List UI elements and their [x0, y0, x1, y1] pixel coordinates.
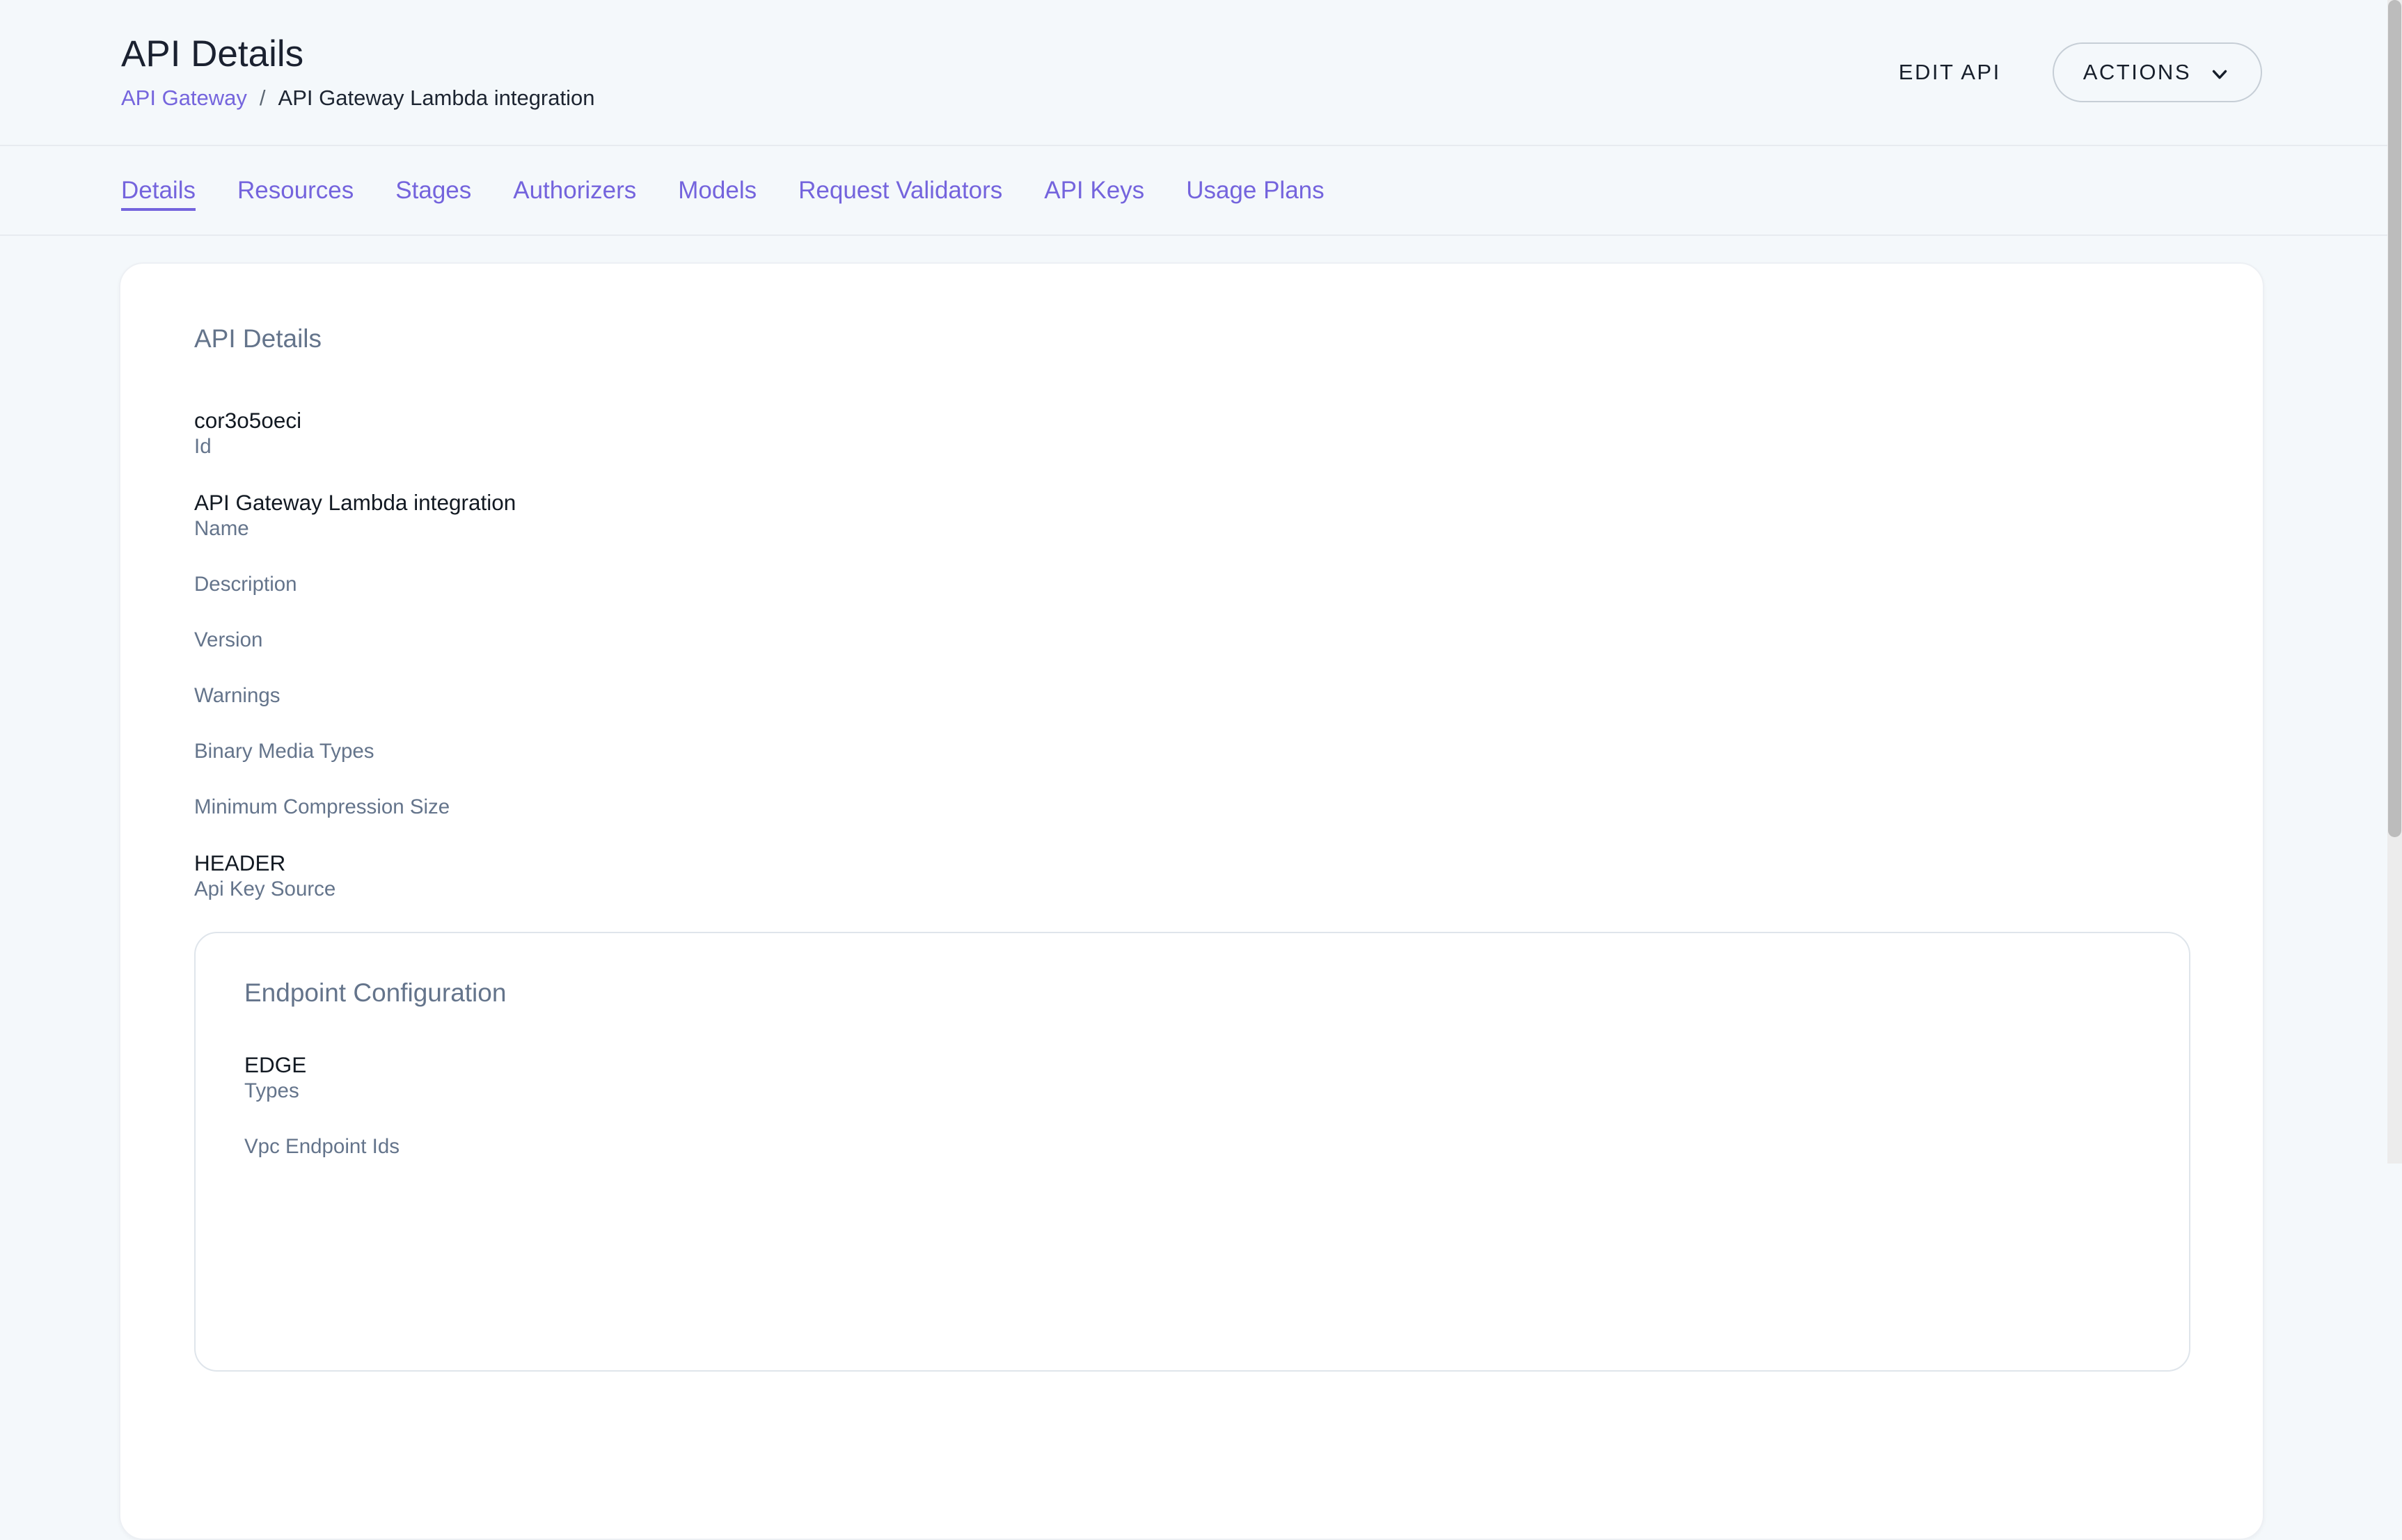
details-section-title: API Details	[194, 324, 2190, 354]
field-value: HEADER	[194, 850, 2190, 876]
breadcrumb-separator: /	[260, 84, 266, 112]
field-vpc-endpoint-ids: Vpc Endpoint Ids	[244, 1134, 2140, 1160]
field-label: Warnings	[194, 683, 2190, 709]
field-binary-media-types: Binary Media Types	[194, 738, 2190, 765]
actions-button-label: ACTIONS	[2083, 60, 2191, 85]
scrollbar-track[interactable]	[2387, 0, 2402, 1164]
field-version: Version	[194, 627, 2190, 653]
actions-button[interactable]: ACTIONS	[2053, 42, 2262, 102]
scrollbar-thumb[interactable]	[2388, 0, 2401, 837]
field-api-key-source: HEADER Api Key Source	[194, 850, 2190, 903]
field-label: Binary Media Types	[194, 738, 2190, 765]
breadcrumb-current: API Gateway Lambda integration	[278, 84, 595, 112]
edit-api-button[interactable]: EDIT API	[1888, 53, 2012, 92]
endpoint-section-title: Endpoint Configuration	[244, 978, 2140, 1008]
field-label: Types	[244, 1078, 2140, 1104]
details-fields-list: cor3o5oeci Id API Gateway Lambda integra…	[194, 407, 2190, 903]
field-id: cor3o5oeci Id	[194, 407, 2190, 460]
tab-bar: Details Resources Stages Authorizers Mod…	[0, 146, 2387, 236]
field-value: cor3o5oeci	[194, 407, 2190, 434]
field-label: Id	[194, 434, 2190, 460]
tab-details[interactable]: Details	[121, 175, 196, 206]
tab-authorizers[interactable]: Authorizers	[513, 175, 636, 206]
field-minimum-compression-size: Minimum Compression Size	[194, 794, 2190, 820]
header-actions: EDIT API ACTIONS	[1888, 42, 2262, 102]
field-label: Minimum Compression Size	[194, 794, 2190, 820]
field-label: Version	[194, 627, 2190, 653]
field-warnings: Warnings	[194, 683, 2190, 709]
header-left: API Details API Gateway / API Gateway La…	[121, 33, 594, 112]
app-root: API Details API Gateway / API Gateway La…	[0, 0, 2387, 1164]
field-description: Description	[194, 571, 2190, 598]
field-value: API Gateway Lambda integration	[194, 489, 2190, 516]
endpoint-fields-list: EDGE Types Vpc Endpoint Ids	[244, 1051, 2140, 1160]
tab-models[interactable]: Models	[678, 175, 757, 206]
tab-usage-plans[interactable]: Usage Plans	[1186, 175, 1324, 206]
field-types: EDGE Types	[244, 1051, 2140, 1104]
chevron-down-icon	[2208, 62, 2231, 86]
page-title: API Details	[121, 33, 594, 76]
breadcrumb-link-api-gateway[interactable]: API Gateway	[121, 84, 247, 112]
tab-api-keys[interactable]: API Keys	[1044, 175, 1144, 206]
field-label: Name	[194, 516, 2190, 542]
api-details-card: API Details cor3o5oeci Id API Gateway La…	[119, 262, 2264, 1540]
field-value: EDGE	[244, 1051, 2140, 1078]
endpoint-configuration-card: Endpoint Configuration EDGE Types Vpc En…	[194, 932, 2190, 1372]
field-name: API Gateway Lambda integration Name	[194, 489, 2190, 542]
field-label: Api Key Source	[194, 876, 2190, 903]
tab-request-validators[interactable]: Request Validators	[798, 175, 1002, 206]
breadcrumb: API Gateway / API Gateway Lambda integra…	[121, 84, 594, 112]
field-label: Vpc Endpoint Ids	[244, 1134, 2140, 1160]
field-label: Description	[194, 571, 2190, 598]
tab-resources[interactable]: Resources	[237, 175, 354, 206]
page-header: API Details API Gateway / API Gateway La…	[0, 0, 2387, 146]
tab-stages[interactable]: Stages	[395, 175, 471, 206]
